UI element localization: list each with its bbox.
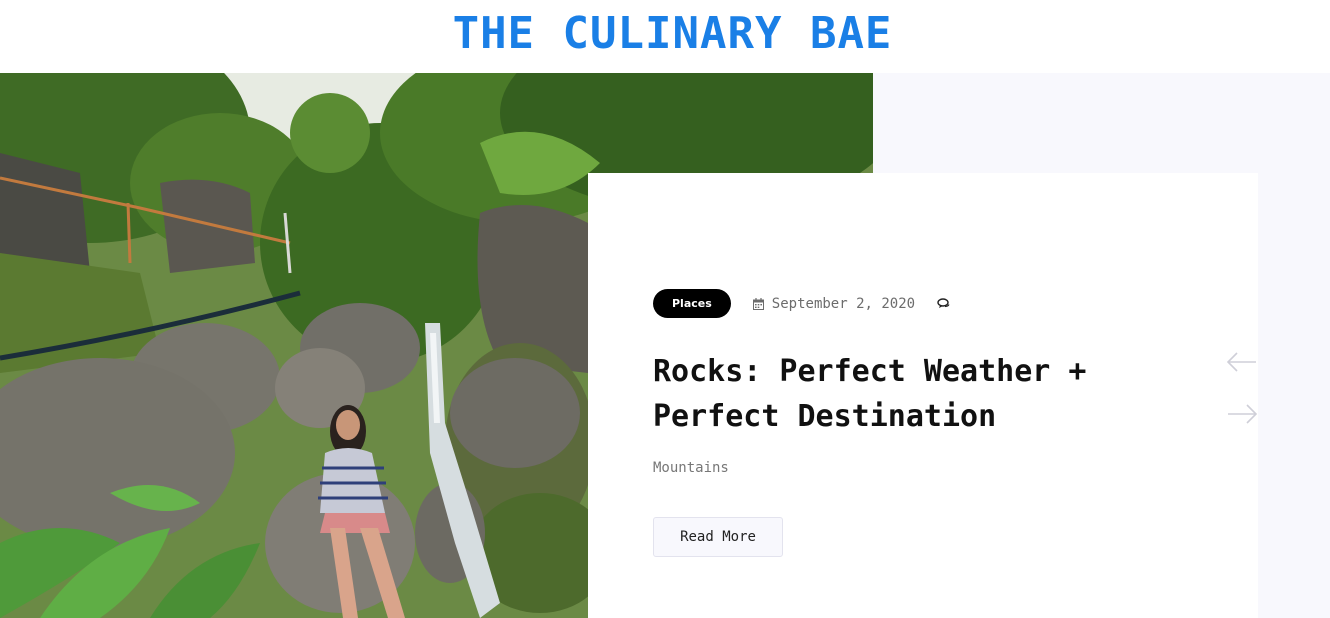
read-more-button[interactable]: Read More bbox=[653, 517, 783, 557]
post-date-text[interactable]: September 2, 2020 bbox=[772, 296, 915, 312]
arrow-left-icon bbox=[1226, 352, 1256, 372]
post-title[interactable]: Rocks: Perfect Weather + Perfect Destina… bbox=[653, 349, 1133, 439]
post-card: Places September 2, 2020 Rocks: Perfect … bbox=[588, 173, 1258, 618]
site-title[interactable]: THE CULINARY BAE bbox=[0, 8, 1330, 59]
site-header: THE CULINARY BAE bbox=[0, 0, 1330, 73]
slider-prev-arrow[interactable] bbox=[1226, 352, 1258, 372]
category-badge[interactable]: Places bbox=[653, 289, 731, 318]
comment-icon[interactable] bbox=[937, 298, 950, 309]
post-title-line-2[interactable]: Perfect Destination bbox=[653, 399, 996, 434]
post-date: September 2, 2020 bbox=[752, 296, 915, 312]
slider-next-arrow[interactable] bbox=[1226, 404, 1258, 424]
post-title-line-1[interactable]: Rocks: Perfect Weather + bbox=[653, 354, 1086, 389]
arrow-right-icon bbox=[1228, 404, 1258, 424]
post-meta: Places September 2, 2020 bbox=[653, 289, 950, 318]
calendar-icon bbox=[752, 297, 764, 310]
post-excerpt: Mountains bbox=[653, 460, 729, 476]
